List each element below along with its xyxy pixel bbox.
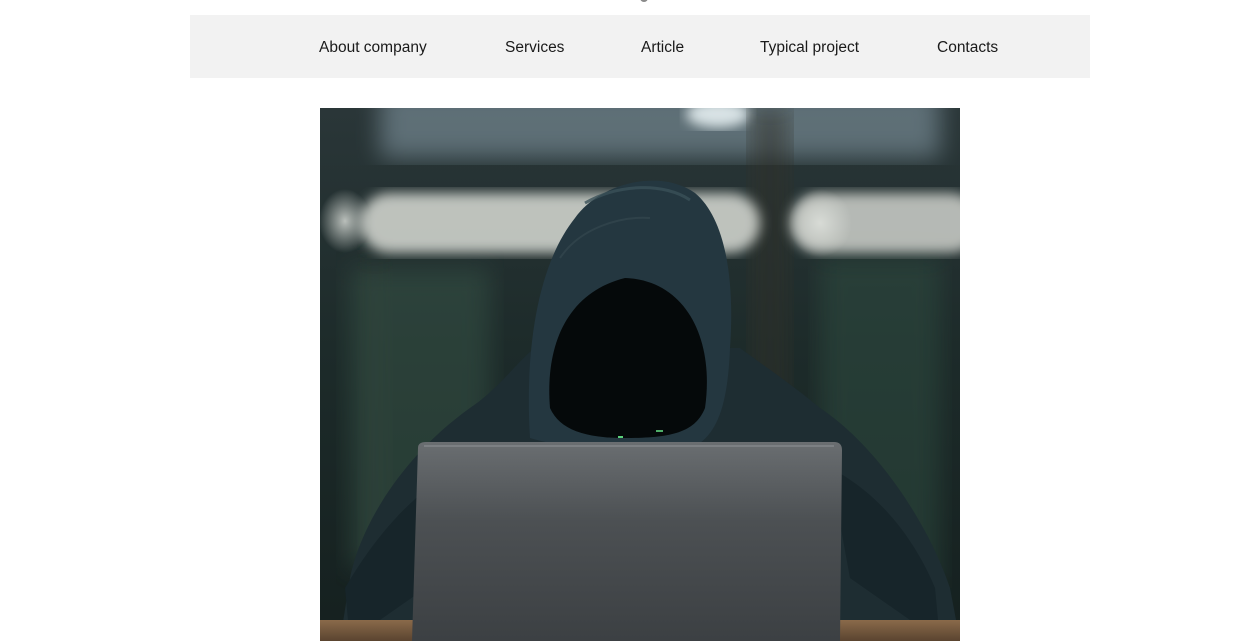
nav-item-services[interactable]: Services bbox=[505, 15, 564, 78]
hooded-figure-at-laptop-illustration bbox=[320, 108, 960, 641]
nav-item-article[interactable]: Article bbox=[641, 15, 684, 78]
main-navigation: About company Services Article Typical p… bbox=[190, 15, 1090, 78]
top-edge-fragment bbox=[640, 0, 648, 2]
nav-item-contacts[interactable]: Contacts bbox=[937, 15, 998, 78]
nav-item-about-company[interactable]: About company bbox=[319, 15, 427, 78]
hero-image bbox=[320, 108, 960, 641]
nav-item-typical-project[interactable]: Typical project bbox=[760, 15, 859, 78]
